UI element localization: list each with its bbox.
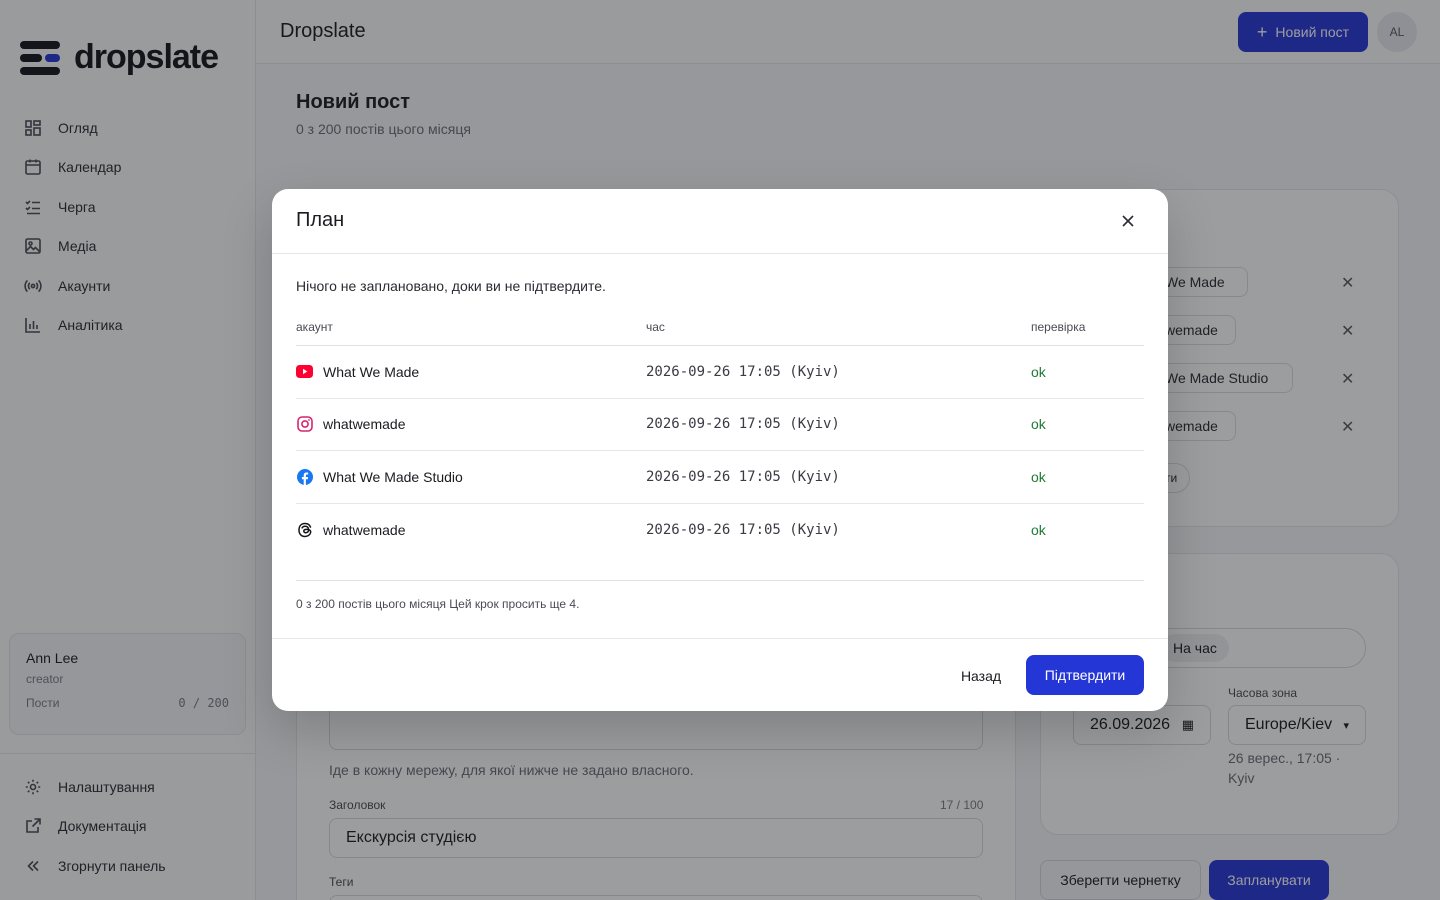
account-name: whatwemade (323, 521, 406, 538)
dialog-note: Нічого не заплановано, доки ви не підтве… (296, 278, 606, 294)
account-cell: whatwemade (296, 399, 406, 451)
confirm-button[interactable]: Підтвердити (1026, 655, 1144, 695)
youtube-icon (296, 363, 313, 380)
account-name: What We Made Studio (323, 468, 463, 485)
time-cell: 2026-09-26 17:05 (Kyiv) (646, 416, 840, 433)
time-cell: 2026-09-26 17:05 (Kyiv) (646, 468, 840, 485)
table-header: акаунт час перевірка (296, 312, 1144, 346)
check-cell: ok (1031, 363, 1046, 380)
quota-note: 0 з 200 постів цього місяця Цей крок про… (296, 597, 580, 611)
dialog-title: План (296, 209, 345, 231)
table-row: whatwemade 2026-09-26 17:05 (Kyiv) ok (296, 399, 1144, 451)
col-account: акаунт (296, 320, 333, 334)
check-cell: ok (1031, 521, 1046, 538)
col-check: перевірка (1031, 320, 1086, 334)
check-cell: ok (1031, 468, 1046, 485)
dialog-header: План (272, 189, 1168, 254)
close-icon (1122, 215, 1134, 227)
dialog-footer: Назад Підтвердити (272, 638, 1168, 711)
facebook-icon (296, 468, 313, 485)
close-button[interactable] (1118, 211, 1138, 231)
time-cell: 2026-09-26 17:05 (Kyiv) (646, 363, 840, 380)
col-time: час (646, 320, 665, 334)
plan-dialog: План Нічого не заплановано, доки ви не п… (272, 189, 1168, 711)
back-button[interactable]: Назад (948, 656, 1014, 696)
check-cell: ok (1031, 416, 1046, 433)
threads-icon (296, 521, 313, 538)
account-cell: whatwemade (296, 504, 406, 557)
account-cell: What We Made Studio (296, 451, 463, 503)
account-cell: What We Made (296, 346, 419, 398)
table-row: whatwemade 2026-09-26 17:05 (Kyiv) ok (296, 504, 1144, 557)
account-name: What We Made (323, 363, 420, 380)
instagram-icon (296, 416, 313, 433)
table-row: What We Made 2026-09-26 17:05 (Kyiv) ok (296, 346, 1144, 399)
table-row: What We Made Studio 2026-09-26 17:05 (Ky… (296, 451, 1144, 504)
account-name: whatwemade (323, 416, 406, 433)
divider (296, 580, 1144, 581)
time-cell: 2026-09-26 17:05 (Kyiv) (646, 521, 840, 538)
plan-table: акаунт час перевірка What We Made 2026-0… (296, 312, 1144, 556)
